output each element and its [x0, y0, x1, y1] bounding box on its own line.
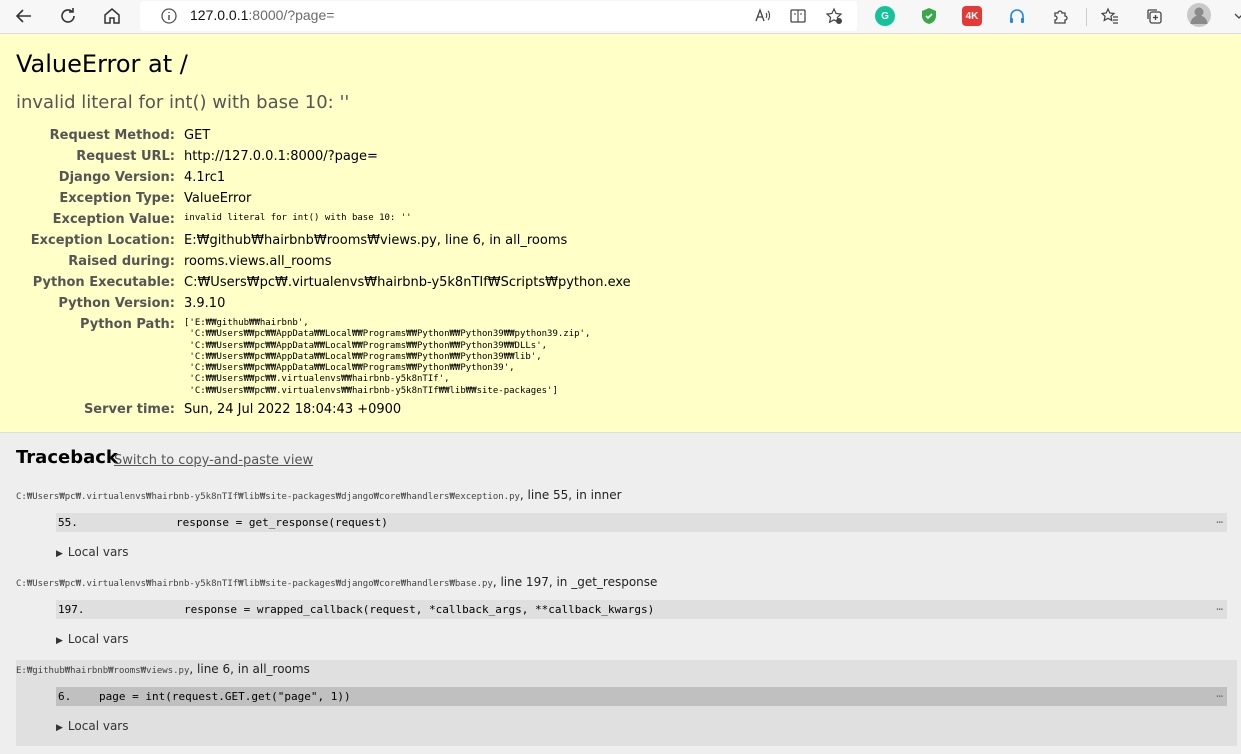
context-line[interactable]: 55. response = get_response(request) … — [56, 513, 1227, 532]
meta-value: rooms.views.all_rooms — [184, 254, 332, 269]
toolbar-divider — [1086, 8, 1087, 26]
meta-value-cell: ['E:₩₩github₩₩hairbnb', 'C:₩₩Users₩₩pc₩₩… — [184, 314, 631, 399]
more-chevron-icon[interactable] — [1229, 6, 1241, 26]
url-path: :8000/?page= — [248, 7, 335, 23]
expand-context-icon[interactable]: … — [1216, 510, 1223, 529]
python-path: ['E:₩₩github₩₩hairbnb', 'C:₩₩Users₩₩pc₩₩… — [184, 318, 591, 396]
meta-label: Request URL: — [76, 149, 175, 164]
info-icon[interactable] — [160, 7, 178, 25]
meta-row: Python Executable: C:₩Users₩pc₩.virtualen… — [0, 272, 631, 293]
local-vars-toggle[interactable]: ▶ Local vars — [56, 719, 128, 733]
code-line: response = get_response(request) — [176, 516, 388, 529]
favorites-icon[interactable] — [1100, 6, 1120, 26]
meta-row: Exception Type: ValueError — [0, 188, 631, 209]
meta-row: Request URL: http://127.0.0.1:8000/?page= — [0, 146, 631, 167]
frame-path: C:₩Users₩pc₩.virtualenvs₩hairbnb-y5k8nTI… — [16, 492, 520, 502]
meta-label: Exception Type: — [59, 191, 175, 206]
grammarly-icon[interactable]: G — [875, 6, 895, 26]
switch-view-link[interactable]: Switch to copy-and-paste view — [114, 453, 313, 468]
refresh-icon[interactable] — [55, 4, 81, 28]
line-number: 6. — [58, 690, 72, 703]
line-number: 55. — [58, 516, 78, 529]
meta-value: C:₩Users₩pc₩.virtualenvs₩hairbnb-y5k8nTI… — [184, 275, 631, 290]
expand-context-icon[interactable]: … — [1216, 684, 1223, 703]
meta-label: Python Executable: — [32, 275, 175, 290]
meta-value: 3.9.10 — [184, 296, 226, 311]
meta-label: Request Method: — [49, 128, 175, 143]
meta-row: Exception Location: E:₩github₩hairbnb₩roo… — [0, 230, 631, 251]
expand-context-icon[interactable]: … — [1216, 597, 1223, 616]
extensions-icon[interactable] — [1051, 6, 1071, 26]
avatar[interactable] — [1187, 3, 1211, 27]
meta-label: Raised during: — [68, 254, 175, 269]
read-aloud-icon[interactable] — [753, 6, 773, 26]
frame-location: , line 55, in inner — [519, 488, 622, 502]
back-icon[interactable] — [11, 4, 37, 28]
page-title: ValueError at / — [16, 50, 188, 78]
context-line[interactable]: 197. response = wrapped_callback(request… — [56, 600, 1227, 619]
meta-row: Raised during: rooms.views.all_rooms — [0, 251, 631, 272]
line-number: 197. — [58, 603, 85, 616]
add-favorite-icon[interactable] — [824, 6, 844, 26]
headphones-icon[interactable] — [1007, 6, 1027, 26]
local-vars-label: Local vars — [67, 632, 129, 646]
meta-label: Exception Value: — [52, 212, 175, 227]
expand-triangle-icon: ▶ — [56, 636, 63, 646]
address-bar[interactable]: 127.0.0.1:8000/?page= — [140, 1, 857, 31]
frame-path: E:₩github₩hairbnb₩rooms₩views.py — [16, 666, 190, 676]
request-meta-table: Request Method: GET Request URL: http://12… — [0, 125, 631, 420]
meta-value: http://127.0.0.1:8000/?page= — [184, 149, 378, 164]
video-downloader-icon[interactable]: 4K — [962, 6, 982, 26]
meta-value: Sun, 24 Jul 2022 18:04:43 +0900 — [184, 402, 402, 418]
code-line: response = wrapped_callback(request, *ca… — [184, 603, 655, 616]
url-host: 127.0.0.1 — [190, 7, 249, 23]
url-text[interactable]: 127.0.0.1:8000/?page= — [190, 7, 334, 23]
traceback-section: Traceback Switch to copy-and-paste view … — [0, 433, 1241, 754]
meta-label: Exception Location: — [30, 233, 175, 248]
frame-filename: C:₩Users₩pc₩.virtualenvs₩hairbnb-y5k8nTI… — [16, 488, 622, 502]
meta-row: Python Version: 3.9.10 — [0, 293, 631, 314]
error-summary: ValueError at / invalid literal for int(… — [0, 34, 1241, 433]
meta-label: Server time: — [83, 402, 175, 418]
home-icon[interactable] — [99, 4, 125, 28]
meta-value: ValueError — [184, 191, 252, 206]
frame-filename: E:₩github₩hairbnb₩rooms₩views.py, line 6… — [16, 662, 310, 676]
exception-value: invalid literal for int() with base 10: … — [184, 213, 412, 223]
meta-row: Django Version: 4.1rc1 — [0, 167, 631, 188]
frame-location: , line 197, in _get_response — [492, 575, 658, 589]
exception-message: invalid literal for int() with base 10: … — [16, 92, 350, 113]
local-vars-toggle[interactable]: ▶ Local vars — [56, 545, 128, 559]
local-vars-label: Local vars — [67, 545, 129, 559]
frame-path: C:₩Users₩pc₩.virtualenvs₩hairbnb-y5k8nTI… — [16, 579, 493, 589]
local-vars-label: Local vars — [67, 719, 129, 733]
expand-triangle-icon: ▶ — [56, 549, 63, 559]
shield-icon[interactable] — [919, 6, 939, 26]
meta-value-cell: invalid literal for int() with base 10: … — [184, 209, 631, 230]
code-line: page = int(request.GET.get("page", 1)) — [99, 690, 351, 703]
meta-value: 4.1rc1 — [184, 170, 226, 185]
meta-row: Exception Value: invalid literal for int(… — [0, 209, 631, 230]
local-vars-toggle[interactable]: ▶ Local vars — [56, 632, 128, 646]
immersive-reader-icon[interactable] — [788, 6, 808, 26]
meta-label: Django Version: — [58, 170, 175, 185]
meta-row: Server time: Sun, 24 Jul 2022 18:04:43 +0… — [0, 399, 631, 420]
meta-label: Python Version: — [58, 296, 175, 311]
context-line-error[interactable]: 6. page = int(request.GET.get("page", 1)… — [56, 687, 1227, 706]
meta-row: Request Method: GET — [0, 125, 631, 146]
meta-value: GET — [184, 128, 211, 143]
meta-value: E:₩github₩hairbnb₩rooms₩views.py, line 6… — [184, 233, 568, 248]
expand-triangle-icon: ▶ — [56, 723, 63, 733]
meta-row: Python Path: ['E:₩₩github₩₩hairbnb', 'C:₩… — [0, 314, 631, 399]
traceback-title: Traceback — [16, 447, 118, 468]
frame-location: , line 6, in all_rooms — [189, 662, 310, 676]
meta-label: Python Path: — [79, 317, 175, 332]
collections-icon[interactable] — [1144, 6, 1164, 26]
browser-toolbar: 127.0.0.1:8000/?page= G 4K — [0, 0, 1241, 34]
frame-filename: C:₩Users₩pc₩.virtualenvs₩hairbnb-y5k8nTI… — [16, 575, 657, 589]
